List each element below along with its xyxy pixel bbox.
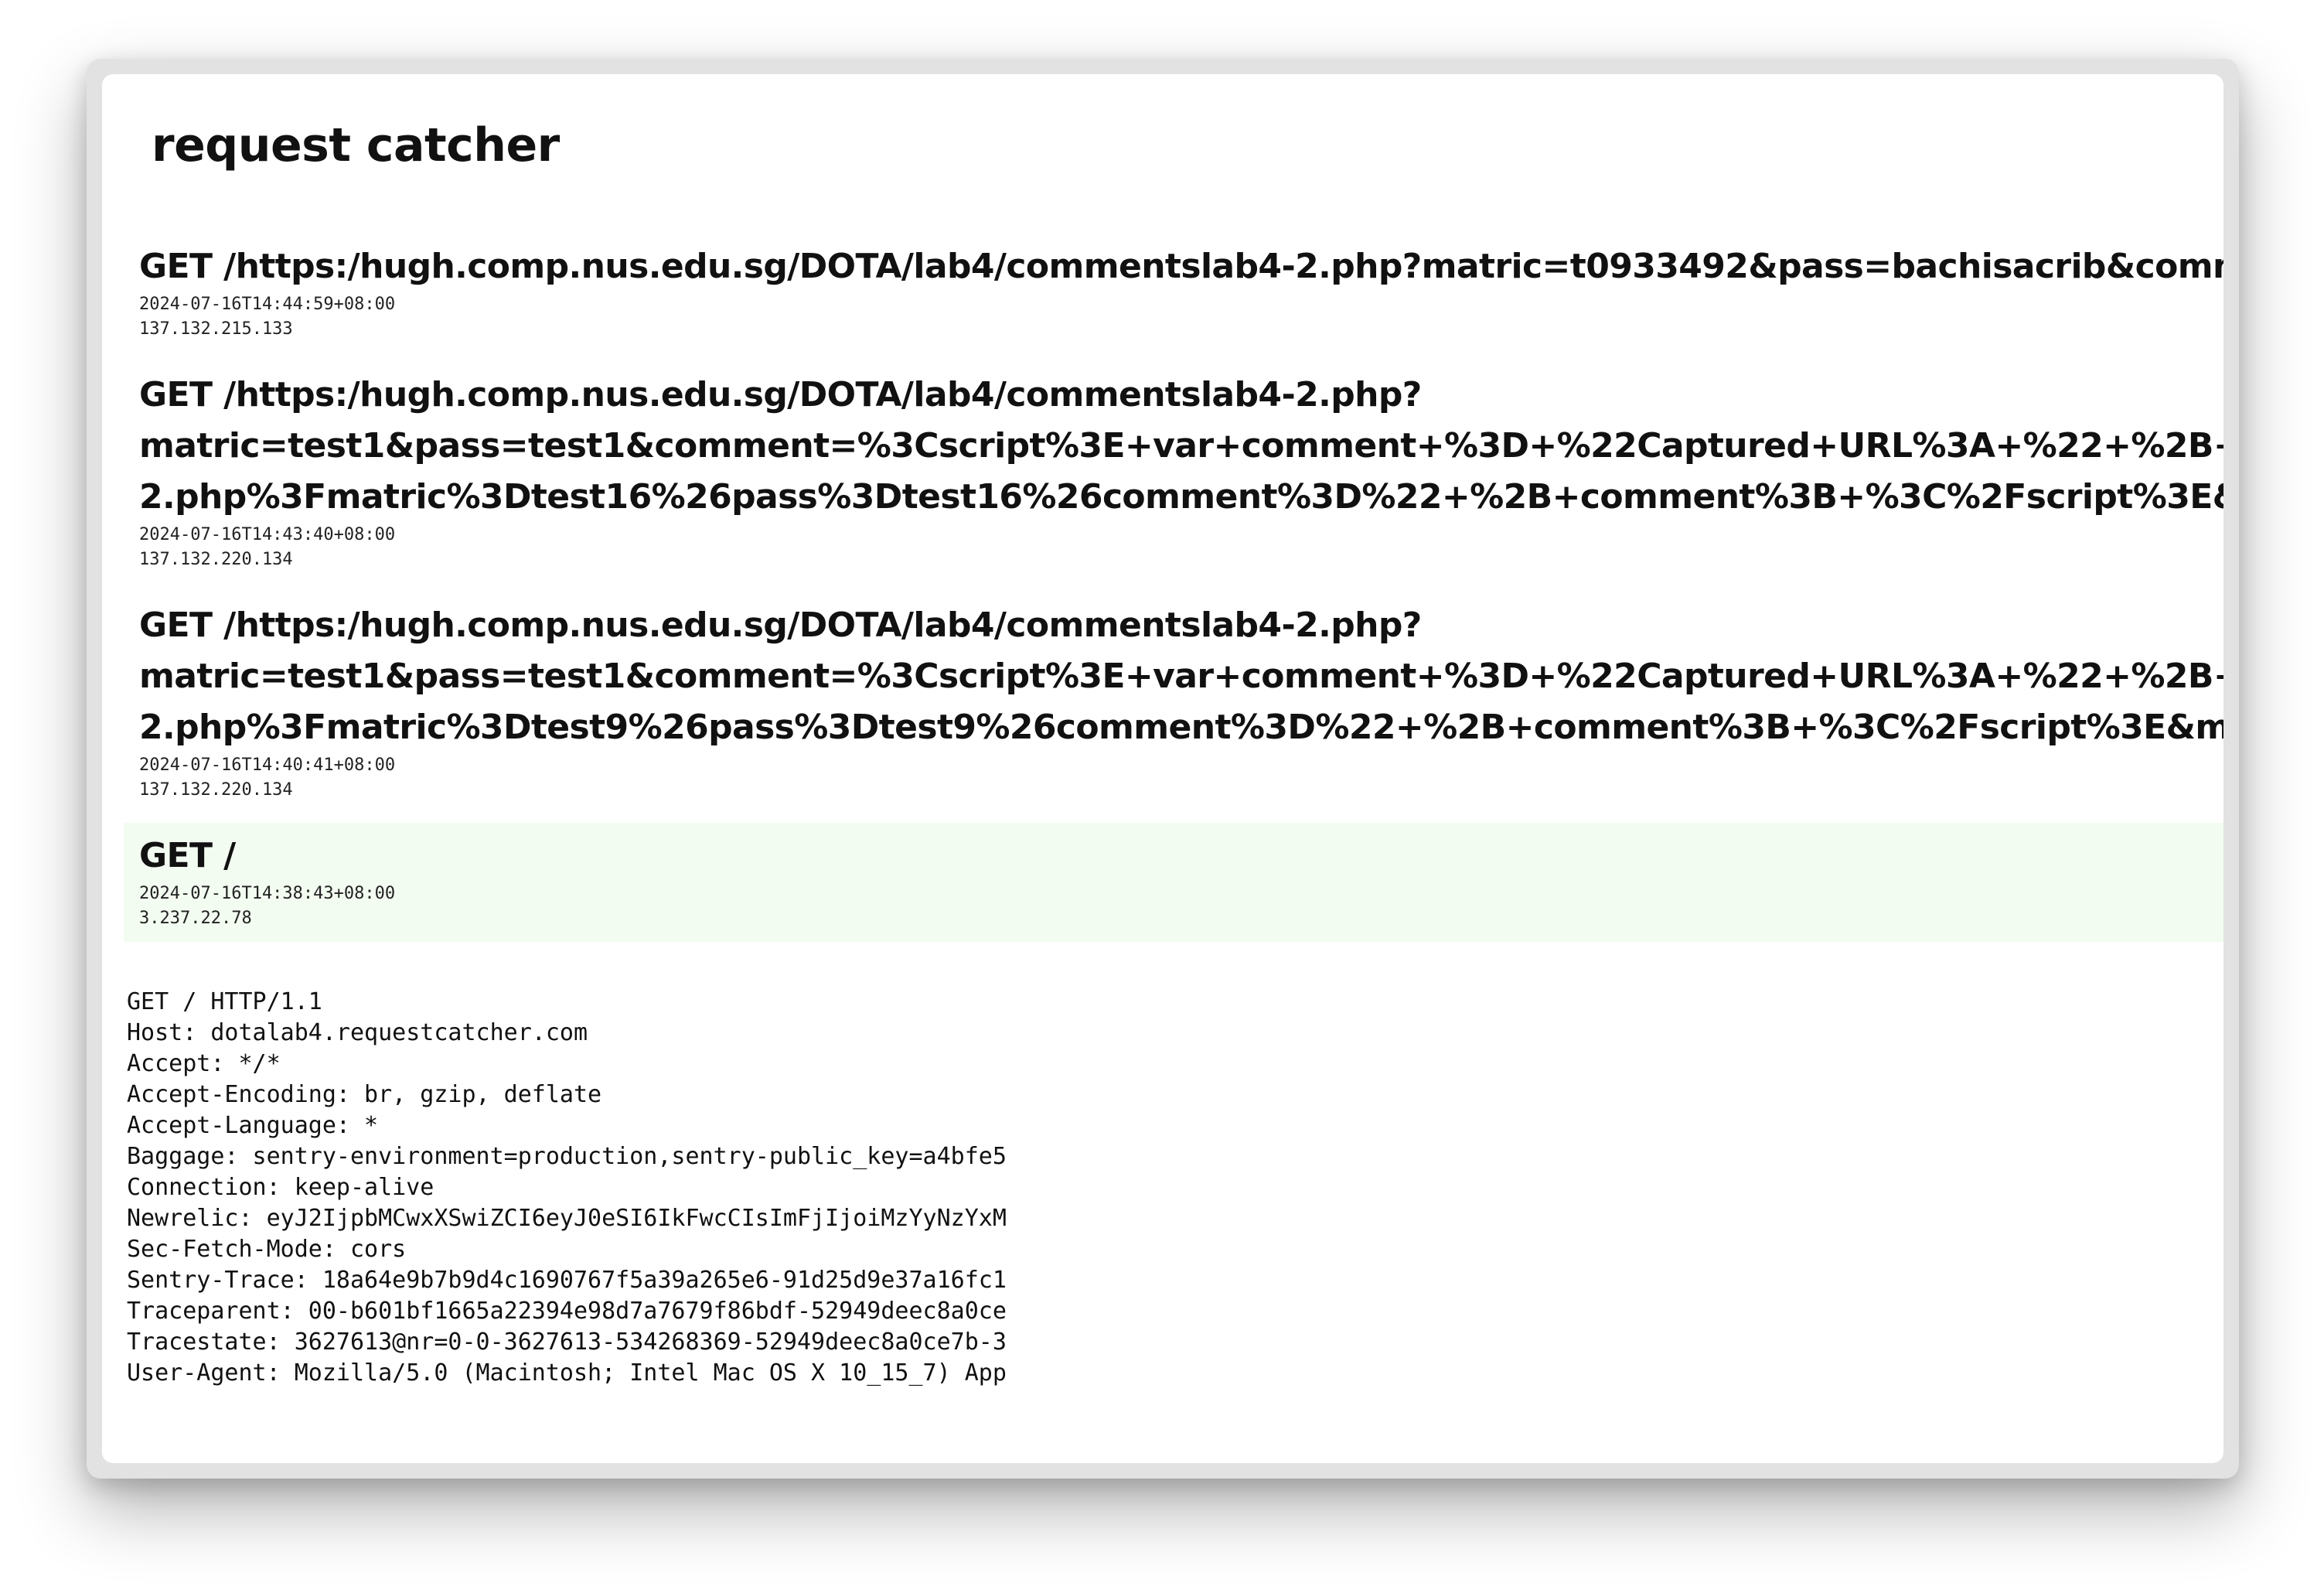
raw-request-line: Connection: keep-alive	[127, 1174, 434, 1201]
request-title-line: GET /	[139, 836, 236, 875]
request-item[interactable]: GET /https:/hugh.comp.nus.edu.sg/DOTA/la…	[124, 362, 2223, 583]
request-title-line: matric=test1&pass=test1&comment=%3Cscrip…	[139, 426, 2223, 466]
request-item[interactable]: GET /https:/hugh.comp.nus.edu.sg/DOTA/la…	[124, 234, 2223, 353]
request-ip: 137.132.215.133	[139, 319, 293, 339]
request-item[interactable]: GET /https:/hugh.comp.nus.edu.sg/DOTA/la…	[124, 592, 2223, 814]
request-ip: 137.132.220.134	[139, 550, 293, 569]
raw-request-line: Newrelic: eyJ2IjpbMCwxXSwiZCI6eyJ0eSI6Ik…	[127, 1205, 1007, 1232]
raw-request-line: Accept: */*	[127, 1050, 281, 1077]
request-ip: 3.237.22.78	[139, 909, 252, 928]
request-title-line: 2.php%3Fmatric%3Dtest9%26pass%3Dtest9%26…	[139, 708, 2223, 747]
raw-request-line: Host: dotalab4.requestcatcher.com	[127, 1019, 588, 1046]
raw-request-line: Accept-Language: *	[127, 1112, 379, 1139]
request-title-line: 2.php%3Fmatric%3Dtest16%26pass%3Dtest16%…	[139, 477, 2223, 517]
raw-request-panel: GET / HTTP/1.1 Host: dotalab4.requestcatc…	[127, 987, 1055, 1463]
request-list: GET /https:/hugh.comp.nus.edu.sg/DOTA/la…	[124, 234, 2223, 951]
request-timestamp: 2024-07-16T14:40:41+08:00	[139, 756, 396, 775]
request-title-line: GET /https:/hugh.comp.nus.edu.sg/DOTA/la…	[139, 247, 2223, 286]
raw-request-line: User-Agent: Mozilla/5.0 (Macintosh; Inte…	[127, 1359, 1007, 1387]
raw-request-line: Baggage: sentry-environment=production,s…	[127, 1143, 1007, 1170]
raw-request-line: Accept-Encoding: br, gzip, deflate	[127, 1081, 602, 1108]
request-title-line: GET /https:/hugh.comp.nus.edu.sg/DOTA/la…	[139, 375, 1422, 414]
request-title-line: GET /https:/hugh.comp.nus.edu.sg/DOTA/la…	[139, 605, 1422, 645]
app-title: request catcher	[152, 118, 560, 172]
raw-request-line: Tracestate: 3627613@nr=0-0-3627613-53426…	[127, 1329, 1007, 1356]
request-timestamp: 2024-07-16T14:43:40+08:00	[139, 525, 396, 544]
raw-request-line: Traceparent: 00-b601bf1665a22394e98d7a76…	[127, 1298, 1007, 1325]
request-item[interactable]: GET / 2024-07-16T14:38:43+08:00 3.237.22.7…	[124, 823, 2223, 942]
request-timestamp: 2024-07-16T14:38:43+08:00	[139, 884, 396, 903]
request-ip: 137.132.220.134	[139, 780, 293, 800]
raw-request-line: Sentry-Trace: 18a64e9b7b9d4c1690767f5a39…	[127, 1267, 1007, 1294]
raw-request-line: Sec-Fetch-Mode: cors	[127, 1236, 407, 1263]
request-timestamp: 2024-07-16T14:44:59+08:00	[139, 295, 396, 314]
raw-request-line: GET / HTTP/1.1	[127, 988, 322, 1015]
app-window: request catcher GET /https:/hugh.comp.nu…	[102, 74, 2223, 1463]
request-title-line: matric=test1&pass=test1&comment=%3Cscrip…	[139, 657, 2223, 696]
